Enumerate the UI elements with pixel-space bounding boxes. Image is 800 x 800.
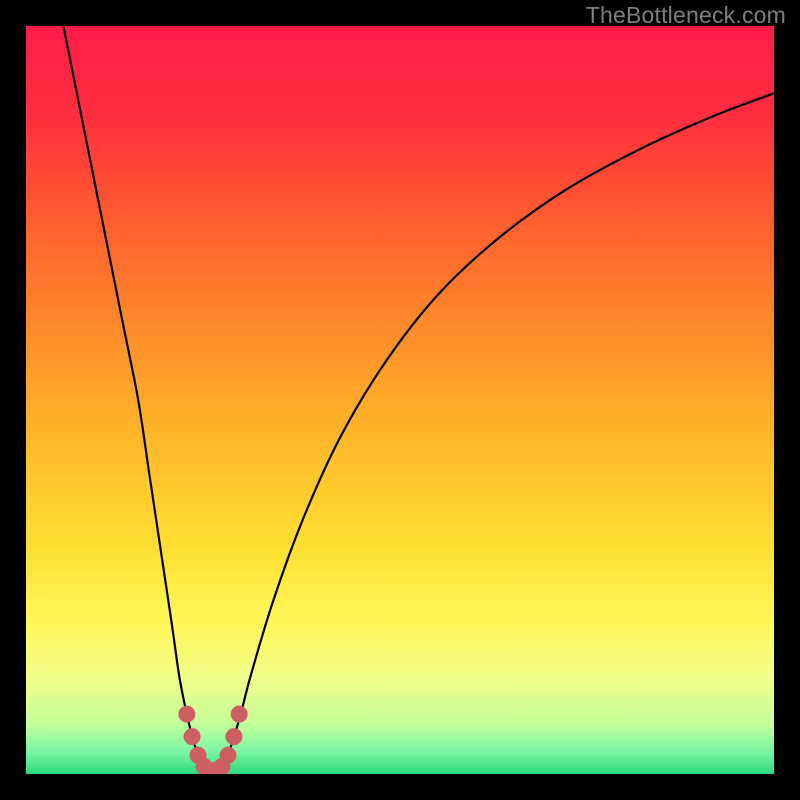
data-marker (231, 706, 247, 722)
data-marker (184, 729, 200, 745)
data-marker (226, 729, 242, 745)
data-marker (179, 706, 195, 722)
watermark-text: TheBottleneck.com (586, 2, 786, 29)
bottleneck-chart (26, 26, 774, 774)
data-marker (220, 747, 236, 763)
plot-area (26, 26, 774, 774)
chart-frame: TheBottleneck.com (0, 0, 800, 800)
